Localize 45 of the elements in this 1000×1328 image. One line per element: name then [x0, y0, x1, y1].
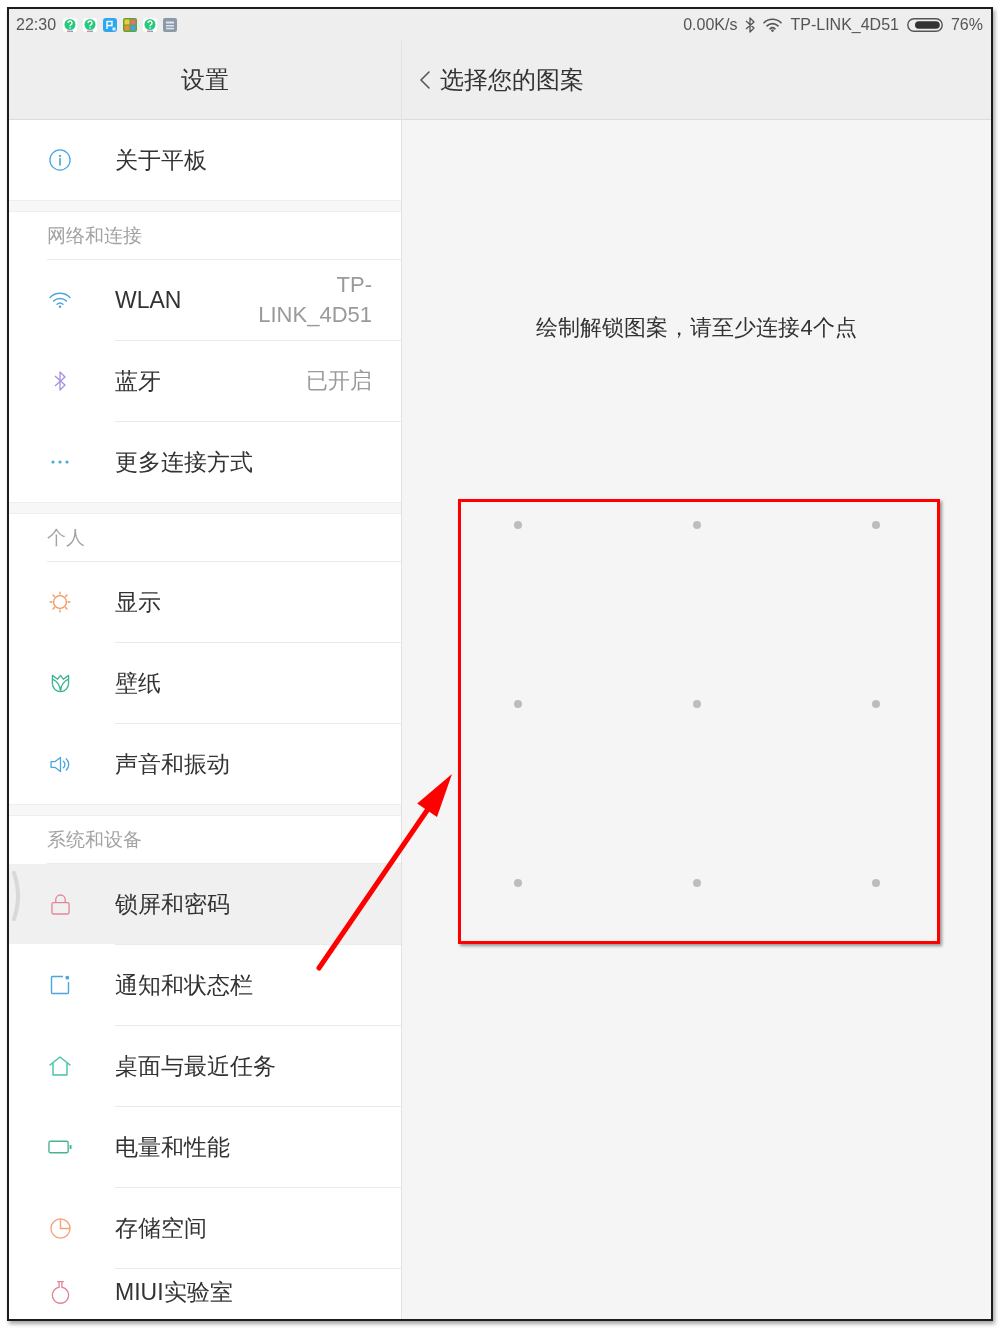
- pattern-dot[interactable]: [871, 520, 880, 529]
- speaker-icon: [49, 755, 71, 773]
- wifi-network-name: TP-LINK_4D51: [790, 16, 899, 34]
- setting-value: 已开启: [306, 367, 372, 395]
- pattern-dot[interactable]: [871, 699, 880, 708]
- pie-chart-icon: [49, 1217, 71, 1239]
- pattern-dot[interactable]: [513, 520, 522, 529]
- pattern-dot[interactable]: [513, 878, 522, 887]
- question-circle-icon: [63, 18, 78, 32]
- section-header: 网络和连接: [47, 223, 142, 248]
- instruction-text: 绘制解锁图案，请至少连接4个点: [536, 314, 857, 342]
- sun-icon: [49, 591, 71, 613]
- ellipsis-icon: [51, 460, 69, 464]
- pattern-dot[interactable]: [692, 878, 701, 887]
- wifi-icon: [49, 292, 71, 308]
- battery-percentage: 76%: [950, 16, 983, 34]
- sidebar-title: 设置: [181, 65, 229, 95]
- notes-app-icon: [163, 18, 178, 32]
- battery-icon: [48, 1140, 72, 1154]
- question-circle-icon: [143, 18, 158, 32]
- bluetooth-icon: [745, 17, 756, 33]
- setting-value: TP-LINK_4D51: [257, 271, 372, 329]
- page-title: 选择您的图案: [440, 65, 584, 95]
- lock-icon: [50, 893, 70, 915]
- flag-app-icon: [103, 18, 118, 32]
- battery-icon: [906, 18, 943, 32]
- flask-icon: [50, 1280, 70, 1304]
- status-time: 22:30: [16, 16, 57, 34]
- question-circle-icon: [83, 18, 98, 32]
- tile-grid-icon: [123, 18, 138, 32]
- pattern-dot[interactable]: [692, 520, 701, 529]
- info-icon: [49, 149, 71, 171]
- pattern-dot[interactable]: [871, 878, 880, 887]
- tulip-icon: [50, 673, 70, 693]
- pattern-dot[interactable]: [513, 699, 522, 708]
- home-icon: [49, 1056, 71, 1076]
- network-speed: 0.00K/s: [683, 16, 738, 34]
- section-header: 个人: [47, 525, 85, 550]
- chevron-left-icon: [420, 71, 430, 89]
- notification-icon: [50, 975, 70, 995]
- wifi-icon: [763, 18, 783, 32]
- bluetooth-icon: [53, 371, 67, 391]
- section-header: 系统和设备: [47, 827, 142, 852]
- pattern-dot[interactable]: [692, 699, 701, 708]
- settings-item[interactable]: 锁屏和密码: [9, 864, 401, 944]
